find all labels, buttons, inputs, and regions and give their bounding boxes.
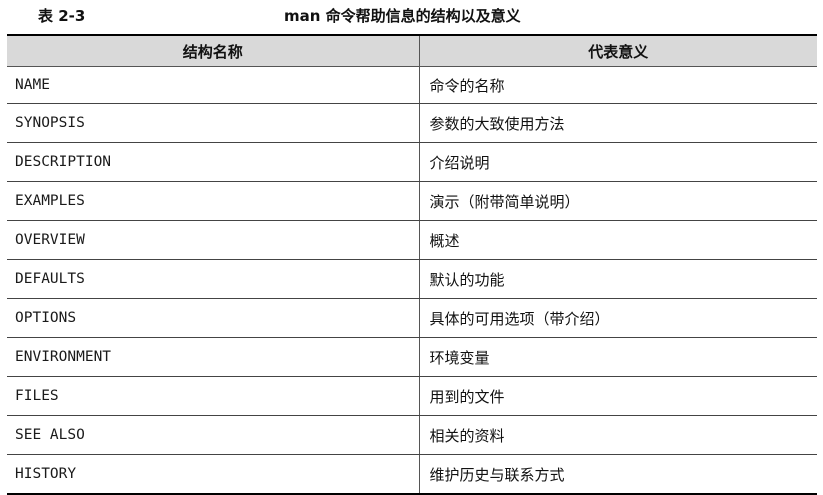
meaning-cell: 概述 xyxy=(419,220,817,260)
column-header-structure-name: 结构名称 xyxy=(7,34,420,67)
meaning-cell: 演示（附带简单说明） xyxy=(419,181,817,221)
structure-name-cell: OPTIONS xyxy=(7,298,420,338)
structure-name-cell: EXAMPLES xyxy=(7,181,420,221)
table-row: DEFAULTS 默认的功能 xyxy=(7,259,817,299)
table-header-row: 结构名称 代表意义 xyxy=(7,34,817,67)
structure-name-cell: SEE ALSO xyxy=(7,415,420,455)
structure-name-cell: DEFAULTS xyxy=(7,259,420,299)
meaning-cell: 维护历史与联系方式 xyxy=(419,454,817,495)
table-row: SEE ALSO 相关的资料 xyxy=(7,415,817,455)
man-structure-table: 结构名称 代表意义 NAME 命令的名称 SYNOPSIS 参数的大致使用方法 … xyxy=(7,34,817,495)
table-number: 表 2-3 xyxy=(38,7,86,25)
table-row: SYNOPSIS 参数的大致使用方法 xyxy=(7,103,817,143)
structure-name-cell: FILES xyxy=(7,376,420,416)
meaning-cell: 介绍说明 xyxy=(419,142,817,182)
table-row: ENVIRONMENT 环境变量 xyxy=(7,337,817,377)
structure-name-cell: DESCRIPTION xyxy=(7,142,420,182)
structure-name-cell: OVERVIEW xyxy=(7,220,420,260)
column-header-meaning: 代表意义 xyxy=(419,34,817,67)
meaning-cell: 用到的文件 xyxy=(419,376,817,416)
structure-name-cell: SYNOPSIS xyxy=(7,103,420,143)
structure-name-cell: ENVIRONMENT xyxy=(7,337,420,377)
meaning-cell: 具体的可用选项（带介绍） xyxy=(419,298,817,338)
table-row: FILES 用到的文件 xyxy=(7,376,817,416)
table-row: DESCRIPTION 介绍说明 xyxy=(7,142,817,182)
meaning-cell: 默认的功能 xyxy=(419,259,817,299)
structure-name-cell: NAME xyxy=(7,66,420,104)
meaning-cell: 参数的大致使用方法 xyxy=(419,103,817,143)
table-row: HISTORY 维护历史与联系方式 xyxy=(7,454,817,495)
table-caption: 表 2-3 man 命令帮助信息的结构以及意义 xyxy=(0,0,823,34)
table-row: EXAMPLES 演示（附带简单说明） xyxy=(7,181,817,221)
table-row: NAME 命令的名称 xyxy=(7,66,817,104)
table-row: OPTIONS 具体的可用选项（带介绍） xyxy=(7,298,817,338)
meaning-cell: 环境变量 xyxy=(419,337,817,377)
structure-name-cell: HISTORY xyxy=(7,454,420,495)
table-title: man 命令帮助信息的结构以及意义 xyxy=(284,7,521,25)
meaning-cell: 相关的资料 xyxy=(419,415,817,455)
table-row: OVERVIEW 概述 xyxy=(7,220,817,260)
meaning-cell: 命令的名称 xyxy=(419,66,817,104)
